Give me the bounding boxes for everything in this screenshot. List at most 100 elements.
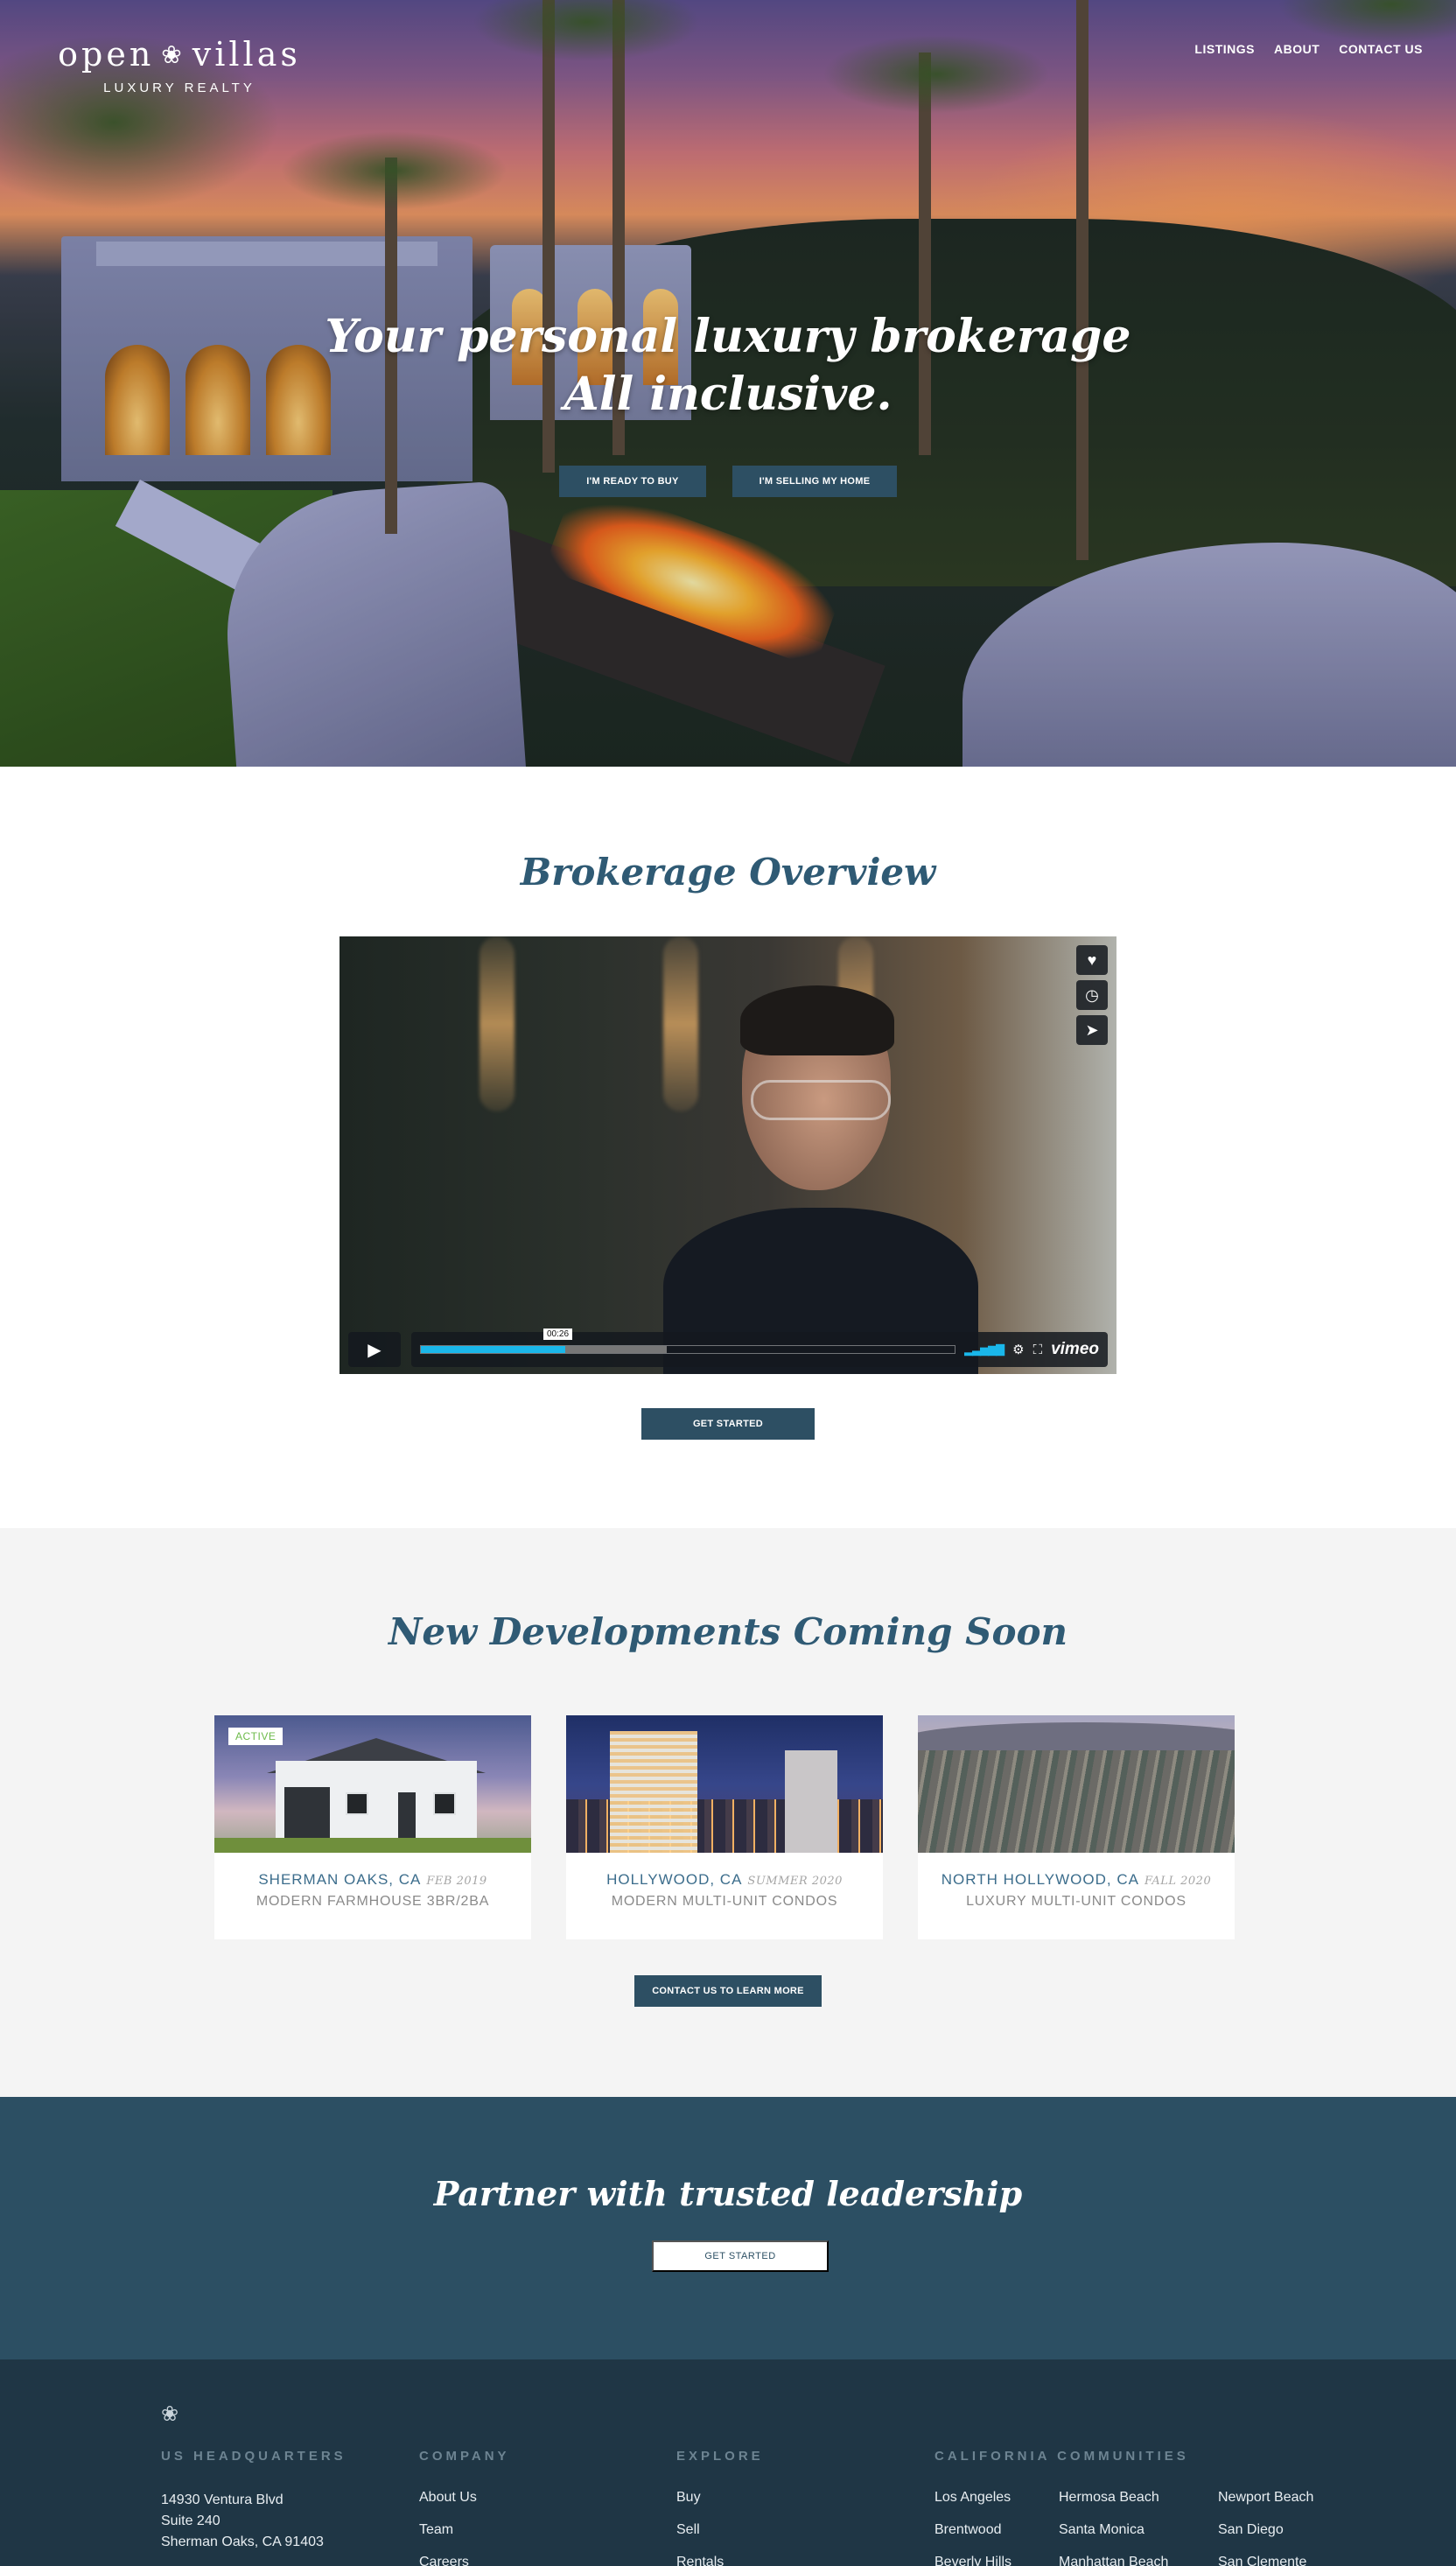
video-speaker: [663, 985, 978, 1374]
video-track: 00:26 ▂▃▅▆▇ ⚙ ⛶ vimeo: [411, 1329, 1108, 1367]
partner-section: [0, 2097, 1456, 2359]
footer-communities-links: Los Angeles Hermosa Beach Newport Beach …: [934, 2490, 1349, 2566]
logo-word-villas: villas: [192, 35, 301, 74]
video-bg-light: [480, 936, 514, 1111]
hero-headline: Your personal luxury brokerage All inclu…: [0, 308, 1456, 424]
development-city: HOLLYWOOD, CA: [606, 1871, 743, 1888]
development-card-hollywood[interactable]: HOLLYWOOD, CA SUMMER 2020 MODERN MULTI-UN…: [566, 1715, 883, 1939]
footer-heading: COMPANY: [419, 2449, 510, 2464]
address-line: Sherman Oaks, CA 91403: [161, 2534, 324, 2549]
main-nav: LISTINGS ABOUT CONTACT US: [1194, 42, 1423, 56]
footer-link-community[interactable]: Beverly Hills: [934, 2555, 1059, 2566]
overview-title: Brokerage Overview: [520, 851, 936, 894]
image-lawn: [214, 1838, 531, 1853]
development-location: NORTH HOLLYWOOD, CA FALL 2020: [918, 1871, 1235, 1889]
development-date: FALL 2020: [1144, 1875, 1212, 1888]
footer-link-about-us[interactable]: About Us: [419, 2490, 510, 2522]
development-card-sherman-oaks[interactable]: ACTIVE SHERMAN OAKS, CA FEB 2019 MODERN F…: [214, 1715, 531, 1939]
logo-word-open: open: [58, 35, 155, 74]
footer-link-buy[interactable]: Buy: [676, 2490, 764, 2522]
footer-link-community[interactable]: Newport Beach: [1218, 2490, 1349, 2522]
development-image-north-hollywood: [918, 1715, 1235, 1853]
footer-link-careers[interactable]: Careers: [419, 2555, 510, 2566]
development-image-hollywood: [566, 1715, 883, 1853]
footer-company-links: About Us Team Careers: [419, 2490, 510, 2566]
development-location: HOLLYWOOD, CA SUMMER 2020: [566, 1871, 883, 1889]
development-date: SUMMER 2020: [747, 1875, 843, 1888]
footer-heading: EXPLORE: [676, 2449, 764, 2464]
partner-title: Partner with trusted leadership: [433, 2174, 1023, 2213]
vimeo-logo[interactable]: vimeo: [1051, 1340, 1099, 1359]
image-city: [918, 1750, 1235, 1853]
overview-video-player[interactable]: ♥ ◷ ➤ ▶ 00:26 ▂▃▅▆▇ ⚙ ⛶ vimeo: [340, 936, 1116, 1374]
get-started-button[interactable]: GET STARTED: [641, 1408, 815, 1440]
image-building: [785, 1750, 837, 1853]
heart-icon[interactable]: ♥: [1076, 945, 1108, 975]
fullscreen-icon[interactable]: ⛶: [1033, 1343, 1043, 1357]
development-description: MODERN FARMHOUSE 3BR/2BA: [256, 1894, 490, 1909]
nav-contact-us[interactable]: CONTACT US: [1339, 42, 1423, 56]
footer-link-community[interactable]: Hermosa Beach: [1059, 2490, 1218, 2522]
footer-link-community[interactable]: Los Angeles: [934, 2490, 1059, 2522]
footer-link-sell[interactable]: Sell: [676, 2522, 764, 2555]
clock-icon[interactable]: ◷: [1076, 980, 1108, 1010]
video-speaker-glasses: [751, 1080, 891, 1120]
hero-buttons: I'M READY TO BUY I'M SELLING MY HOME: [0, 466, 1456, 497]
video-speaker-hair: [740, 985, 894, 1055]
development-description: LUXURY MULTI-UNIT CONDOS: [966, 1894, 1186, 1909]
development-card-north-hollywood[interactable]: NORTH HOLLYWOOD, CA FALL 2020 LUXURY MULT…: [918, 1715, 1235, 1939]
logo-wordmark: open ❀ villas: [44, 35, 315, 74]
video-progress-bar[interactable]: 00:26: [420, 1329, 956, 1354]
nav-listings[interactable]: LISTINGS: [1194, 42, 1255, 56]
development-city: NORTH HOLLYWOOD, CA: [941, 1871, 1139, 1888]
partner-get-started-button[interactable]: GET STARTED: [652, 2240, 829, 2272]
development-date: FEB 2019: [426, 1875, 487, 1888]
development-image-farmhouse: ACTIVE: [214, 1715, 531, 1853]
image-door: [398, 1792, 416, 1838]
play-icon[interactable]: ▶: [348, 1332, 401, 1367]
image-garage: [284, 1787, 330, 1838]
hero-section: open ❀ villas LUXURY REALTY LISTINGS ABO…: [0, 0, 1456, 767]
contact-us-learn-more-button[interactable]: CONTACT US TO LEARN MORE: [634, 1975, 822, 2007]
footer-communities: CALIFORNIA COMMUNITIES Los Angeles Hermo…: [934, 2449, 1349, 2566]
footer-heading: US HEADQUARTERS: [161, 2449, 346, 2464]
footer-link-community[interactable]: San Clemente: [1218, 2555, 1349, 2566]
footer-link-community[interactable]: Manhattan Beach: [1059, 2555, 1218, 2566]
video-side-controls: ♥ ◷ ➤: [1076, 945, 1108, 1045]
footer-address: 14930 Ventura Blvd Suite 240 Sherman Oak…: [161, 2490, 346, 2553]
footer-explore: EXPLORE Buy Sell Rentals: [676, 2449, 764, 2566]
footer-link-rentals[interactable]: Rentals: [676, 2555, 764, 2566]
footer-company: COMPANY About Us Team Careers: [419, 2449, 510, 2566]
video-played-bar: [421, 1346, 565, 1353]
development-location: SHERMAN OAKS, CA FEB 2019: [214, 1871, 531, 1889]
site-logo[interactable]: open ❀ villas LUXURY REALTY: [44, 35, 315, 95]
hero-headline-line2: All inclusive.: [564, 368, 892, 421]
footer-link-community[interactable]: Brentwood: [934, 2522, 1059, 2555]
footer-explore-links: Buy Sell Rentals: [676, 2490, 764, 2566]
developments-title: New Developments Coming Soon: [388, 1610, 1068, 1653]
send-icon[interactable]: ➤: [1076, 1015, 1108, 1045]
footer-link-community[interactable]: Santa Monica: [1059, 2522, 1218, 2555]
video-timestamp: 00:26: [543, 1329, 573, 1340]
footer-headquarters: US HEADQUARTERS 14930 Ventura Blvd Suite…: [161, 2449, 346, 2553]
address-line: 14930 Ventura Blvd: [161, 2492, 284, 2507]
image-tower: [610, 1731, 697, 1853]
video-control-bar: ▶ 00:26 ▂▃▅▆▇ ⚙ ⛶ vimeo: [348, 1329, 1108, 1369]
logo-emblem-icon: ❀: [161, 39, 186, 69]
image-window: [346, 1792, 368, 1815]
image-window: [433, 1792, 456, 1815]
footer-link-team[interactable]: Team: [419, 2522, 510, 2555]
nav-about[interactable]: ABOUT: [1274, 42, 1320, 56]
development-city: SHERMAN OAKS, CA: [258, 1871, 422, 1888]
footer-link-community[interactable]: San Diego: [1218, 2522, 1349, 2555]
settings-icon[interactable]: ⚙: [1012, 1342, 1024, 1357]
address-line: Suite 240: [161, 2513, 220, 2528]
hero-headline-line1: Your personal luxury brokerage: [325, 310, 1131, 363]
footer-logo-emblem-icon[interactable]: ❀: [161, 2401, 178, 2427]
volume-icon[interactable]: ▂▃▅▆▇: [964, 1343, 1004, 1357]
selling-my-home-button[interactable]: I'M SELLING MY HOME: [732, 466, 897, 497]
development-card-text: HOLLYWOOD, CA SUMMER 2020 MODERN MULTI-UN…: [566, 1871, 883, 1910]
status-badge: ACTIVE: [228, 1728, 284, 1745]
development-description: MODERN MULTI-UNIT CONDOS: [611, 1894, 838, 1909]
ready-to-buy-button[interactable]: I'M READY TO BUY: [559, 466, 706, 497]
